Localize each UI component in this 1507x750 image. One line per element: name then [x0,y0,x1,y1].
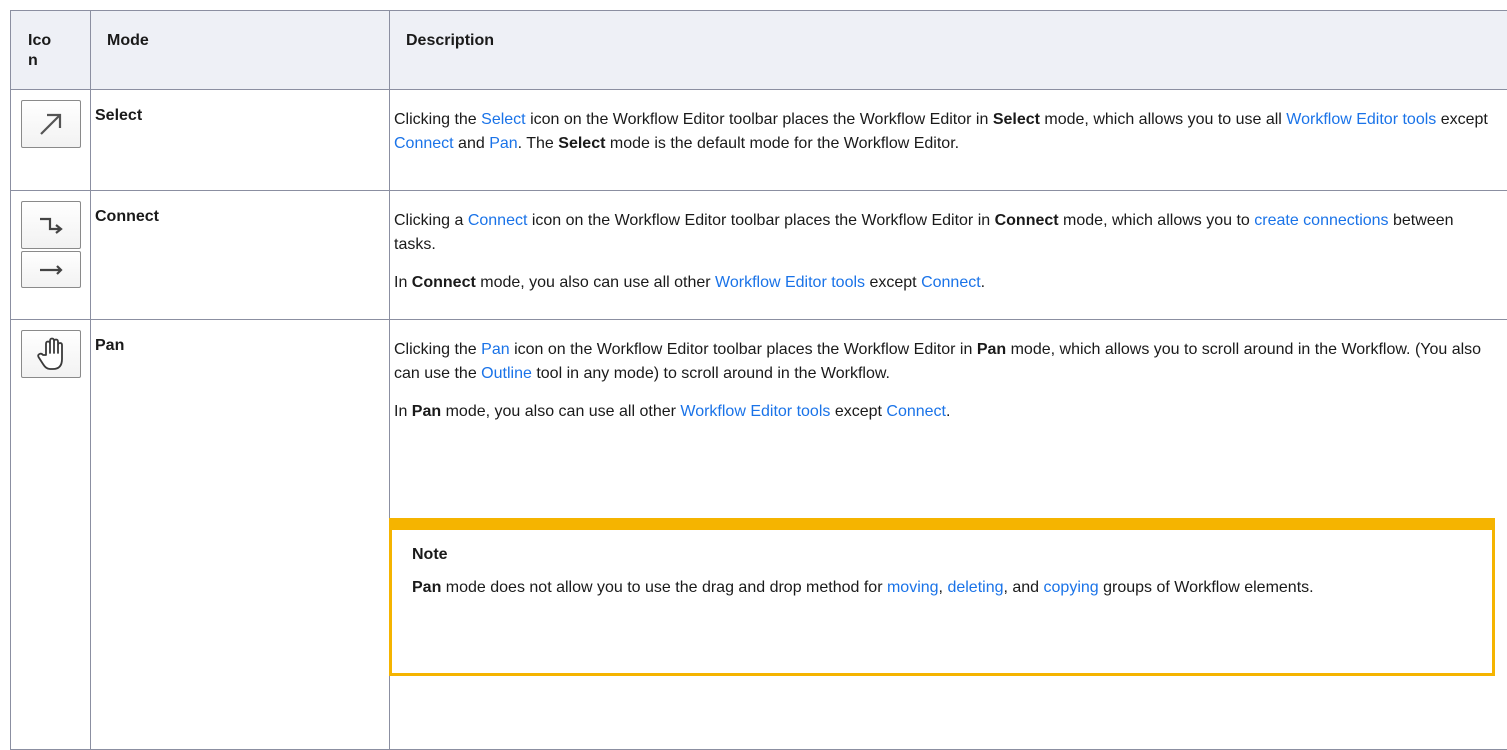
description-paragraph-2: In Pan mode, you also can use all other … [394,400,1497,424]
link-select[interactable]: Select [481,111,525,128]
link-pan[interactable]: Pan [489,135,517,152]
link-workflow-editor-tools[interactable]: Workflow Editor tools [680,403,830,420]
link-connect[interactable]: Connect [886,403,946,420]
link-workflow-editor-tools[interactable]: Workflow Editor tools [715,274,865,291]
icon-cell-connect [11,191,91,320]
header-description: Description [390,11,1507,90]
description-paragraph-2: In Connect mode, you also can use all ot… [394,271,1497,295]
table-row-select: Select Clicking the Select icon on the W… [11,90,1507,191]
link-moving[interactable]: moving [887,579,939,596]
connect-elbow-arrow-icon [36,213,66,237]
pan-tool-button[interactable] [21,330,81,378]
link-create-connections[interactable]: create connections [1254,212,1388,229]
header-icon: Ico n [11,11,91,90]
icon-cell-select [11,90,91,191]
connect-elbow-tool-button[interactable] [21,201,81,249]
description-paragraph: Clicking the Select icon on the Workflow… [394,108,1497,156]
mode-select: Select [91,90,390,191]
mode-connect: Connect [91,191,390,320]
link-connect[interactable]: Connect [394,135,454,152]
link-pan[interactable]: Pan [481,341,509,358]
select-tool-button[interactable] [21,100,81,148]
pan-hand-icon [35,336,67,372]
table-row-connect: Connect Clicking a Connect icon on the W… [11,191,1507,320]
link-outline[interactable]: Outline [481,365,532,382]
link-deleting[interactable]: deleting [947,579,1003,596]
link-copying[interactable]: copying [1044,579,1099,596]
description-connect: Clicking a Connect icon on the Workflow … [390,191,1507,320]
link-workflow-editor-tools[interactable]: Workflow Editor tools [1286,111,1436,128]
link-connect[interactable]: Connect [921,274,981,291]
connect-straight-arrow-icon [36,262,66,278]
description-paragraph: Clicking the Pan icon on the Workflow Ed… [394,338,1497,386]
description-select: Clicking the Select icon on the Workflow… [390,90,1507,191]
link-connect[interactable]: Connect [468,212,528,229]
mode-pan: Pan [91,320,390,750]
note-body: Pan mode does not allow you to use the d… [412,576,1470,600]
connect-straight-tool-button[interactable] [21,251,81,288]
select-arrow-icon [36,109,66,139]
note-callout: Note Pan mode does not allow you to use … [389,518,1495,676]
description-paragraph: Clicking a Connect icon on the Workflow … [394,209,1497,257]
table-header-row: Ico n Mode Description [11,11,1507,90]
icon-cell-pan [11,320,91,750]
header-mode: Mode [91,11,390,90]
note-title: Note [412,544,1470,566]
